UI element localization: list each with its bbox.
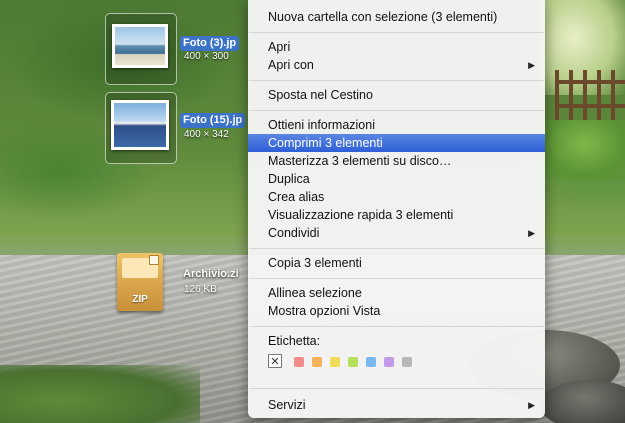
menu-separator — [249, 32, 544, 33]
menu-item-services[interactable]: Servizi ▶ — [248, 396, 545, 414]
menu-item-burn-to-disc[interactable]: Masterizza 3 elementi su disco… — [248, 152, 545, 170]
menu-item-open-with[interactable]: Apri con ▶ — [248, 56, 545, 74]
menu-item-copy[interactable]: Copia 3 elementi — [248, 254, 545, 272]
menu-separator — [249, 248, 544, 249]
menu-item-duplicate[interactable]: Duplica — [248, 170, 545, 188]
menu-item-new-folder-with-selection[interactable]: Nuova cartella con selezione (3 elementi… — [248, 8, 545, 26]
menu-item-compress[interactable]: Comprimi 3 elementi — [248, 134, 545, 152]
file-name: Foto (15).jp — [180, 113, 246, 128]
menu-item-label: Apri con — [268, 58, 314, 72]
menu-separator — [249, 80, 544, 81]
submenu-arrow-icon: ▶ — [528, 60, 535, 70]
menu-item-label: Visualizzazione rapida 3 elementi — [268, 208, 454, 222]
label-green-swatch[interactable] — [348, 357, 358, 367]
menu-item-label: Ottieni informazioni — [268, 118, 375, 132]
menu-item-clean-up-selection[interactable]: Allinea selezione — [248, 284, 545, 302]
image-thumbnail — [112, 24, 168, 68]
menu-item-label: Apri — [268, 40, 291, 54]
menu-item-quick-look[interactable]: Visualizzazione rapida 3 elementi — [248, 206, 545, 224]
submenu-arrow-icon: ▶ — [528, 400, 535, 410]
thumbnail-image — [114, 103, 166, 147]
menu-item-label: Condividi — [268, 226, 320, 240]
label-orange-swatch[interactable] — [312, 357, 322, 367]
zip-file-icon: ZIP — [117, 253, 163, 311]
menu-separator — [249, 110, 544, 111]
menu-item-label: Comprimi 3 elementi — [268, 136, 383, 150]
menu-item-share[interactable]: Condividi ▶ — [248, 224, 545, 242]
background-hedge — [540, 120, 625, 180]
label-gray-swatch[interactable] — [402, 357, 412, 367]
image-thumbnail — [111, 100, 169, 150]
label-blue-swatch[interactable] — [366, 357, 376, 367]
menu-item-label: Crea alias — [268, 190, 325, 204]
zip-icon-label: ZIP — [132, 294, 148, 305]
menu-item-label: Servizi — [268, 398, 306, 412]
thumbnail-image — [115, 27, 165, 65]
menu-item-open[interactable]: Apri — [248, 38, 545, 56]
menu-item-make-alias[interactable]: Crea alias — [248, 188, 545, 206]
menu-item-label: Mostra opzioni Vista — [268, 304, 381, 318]
menu-item-move-to-trash[interactable]: Sposta nel Cestino — [248, 86, 545, 104]
menu-separator — [249, 388, 544, 389]
label-heading: Etichetta: — [268, 334, 321, 348]
file-dimensions: 400 × 342 — [184, 129, 229, 140]
file-name: Foto (3).jp — [180, 36, 240, 51]
label-none-swatch[interactable]: ✕ — [268, 354, 282, 368]
menu-item-get-info[interactable]: Ottieni informazioni — [248, 116, 545, 134]
label-purple-swatch[interactable] — [384, 357, 394, 367]
menu-separator — [249, 278, 544, 279]
menu-item-label: Nuova cartella con selezione (3 elementi… — [268, 10, 498, 24]
context-menu: Nuova cartella con selezione (3 elementi… — [248, 0, 545, 418]
background-moss — [0, 365, 200, 423]
menu-item-show-view-options[interactable]: Mostra opzioni Vista — [248, 302, 545, 320]
menu-item-label: Sposta nel Cestino — [268, 88, 373, 102]
menu-item-label: Duplica — [268, 172, 310, 186]
submenu-arrow-icon: ▶ — [528, 228, 535, 238]
file-size: 126 KB — [184, 284, 217, 295]
label-yellow-swatch[interactable] — [330, 357, 340, 367]
zip-corner-fold — [149, 255, 159, 265]
menu-item-label: Masterizza 3 elementi su disco… — [268, 154, 452, 168]
file-dimensions: 400 × 300 — [184, 51, 229, 62]
menu-item-label: Copia 3 elementi — [268, 256, 362, 270]
menu-item-label: Allinea selezione — [268, 286, 362, 300]
file-name: Archivio.zi — [183, 268, 239, 280]
menu-separator — [249, 326, 544, 327]
label-red-swatch[interactable] — [294, 357, 304, 367]
